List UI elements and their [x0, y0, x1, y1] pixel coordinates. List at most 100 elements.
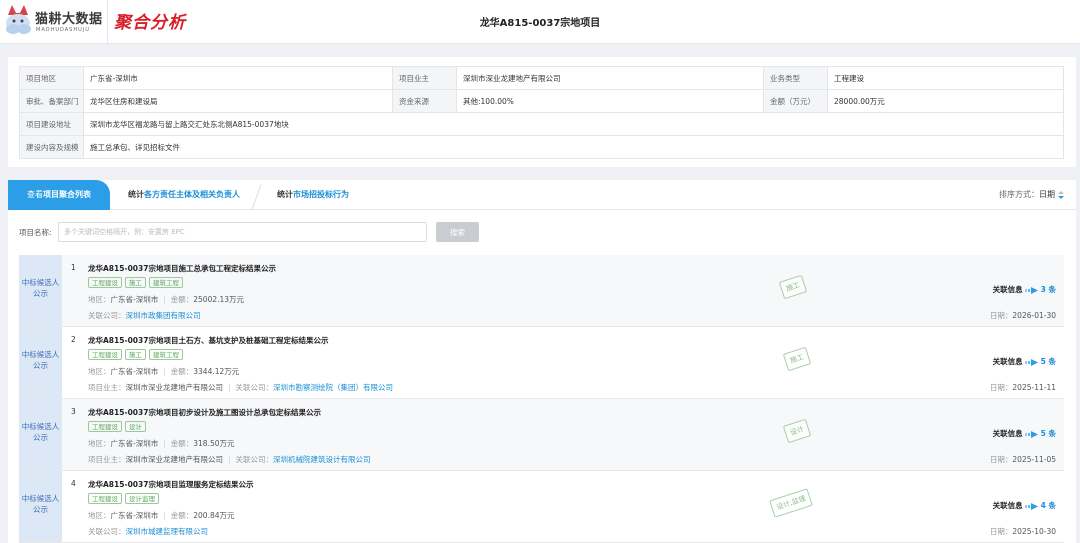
tag-group: 工程建设 施工 建筑工程 — [88, 277, 186, 288]
info-row: 项目地区 广东省-深圳市 项目业主 深圳市深业龙建地产有限公司 业务类型 工程建… — [19, 66, 1064, 90]
item-title[interactable]: 龙华A815-0037宗地项目施工总承包工程定标结果公示 — [88, 263, 276, 274]
info-value: 深圳市深业龙建地产有限公司 — [456, 66, 764, 90]
sort-label: 排序方式： — [999, 190, 1039, 199]
date-label: 日期： — [989, 455, 1013, 464]
category-stamp: 设计,监理 — [769, 488, 814, 518]
related-info-label: 关联信息 — [992, 357, 1023, 366]
info-value: 其他:100.00% — [456, 89, 764, 113]
item-date: 日期：2025-11-05 — [990, 454, 1056, 465]
item-parties: 关联公司：深圳市政集团有限公司 — [88, 310, 201, 321]
amount-label: 金额： — [170, 295, 194, 304]
item-region-amount: 地区：广东省-深圳市 | 金额：3344.12万元 — [88, 366, 239, 377]
company-link[interactable]: 深圳市城建监理有限公司 — [126, 527, 209, 536]
item-title[interactable]: 龙华A815-0037宗地项目土石方、基坑支护及桩基础工程定标结果公示 — [88, 335, 328, 346]
tag: 工程建设 — [88, 421, 122, 432]
category-stamp: 施工 — [778, 274, 808, 300]
date-label: 日期： — [989, 527, 1013, 536]
owner-value: 深圳市深业龙建地产有限公司 — [125, 455, 224, 464]
info-value: 广东省-深圳市 — [83, 66, 393, 90]
arrow-right-icon — [1024, 286, 1038, 294]
separator: | — [163, 511, 166, 520]
info-value: 深圳市龙华区福龙路与留上路交汇处东北侧A815-0037地块 — [83, 112, 1064, 136]
date-value: 2025-11-11 — [1012, 383, 1056, 392]
item-parties: 关联公司：深圳市城建监理有限公司 — [88, 526, 208, 537]
related-count: 5 — [1040, 429, 1046, 438]
related-info-label: 关联信息 — [992, 429, 1023, 438]
amount-label: 金额： — [170, 439, 194, 448]
arrow-right-icon — [1024, 430, 1038, 438]
tag: 施工 — [125, 277, 146, 288]
date-label: 日期： — [989, 383, 1013, 392]
info-value: 施工总承包、详见招标文件 — [83, 135, 1064, 159]
tag: 工程建设 — [88, 277, 122, 288]
amount-value: 3344.12万元 — [193, 367, 240, 376]
item-number: 1 — [71, 263, 76, 272]
related-info-label: 关联信息 — [992, 501, 1023, 510]
related-info[interactable]: 关联信息 4 条 — [993, 500, 1056, 511]
separator: | — [163, 367, 166, 376]
list-item[interactable]: 中标候选人公示 4 龙华A815-0037宗地项目监理服务定标结果公示 工程建设… — [19, 471, 1064, 543]
arrow-right-icon — [1024, 358, 1038, 366]
tag: 建筑工程 — [149, 349, 183, 360]
search-input[interactable] — [58, 222, 427, 242]
amount-value: 318.50万元 — [193, 439, 235, 448]
related-info[interactable]: 关联信息 5 条 — [993, 428, 1056, 439]
separator: | — [163, 439, 166, 448]
region-value: 广东省-深圳市 — [110, 439, 159, 448]
list-item[interactable]: 中标候选人公示 1 龙华A815-0037宗地项目施工总承包工程定标结果公示 工… — [19, 255, 1064, 327]
item-title[interactable]: 龙华A815-0037宗地项目初步设计及施工图设计总承包定标结果公示 — [88, 407, 321, 418]
list-item[interactable]: 中标候选人公示 2 龙华A815-0037宗地项目土石方、基坑支护及桩基础工程定… — [19, 327, 1064, 399]
notice-type: 中标候选人公示 — [19, 327, 62, 398]
sort-control[interactable]: 排序方式：日期 — [999, 189, 1064, 200]
company-label: 关联公司： — [235, 455, 274, 464]
page-title: 龙华A815-0037宗地项目 — [479, 18, 601, 29]
count-suffix: 条 — [1048, 501, 1057, 510]
info-key: 业务类型 — [763, 66, 828, 90]
info-value: 工程建设 — [827, 66, 1064, 90]
notice-type: 中标候选人公示 — [19, 399, 62, 470]
tag: 建筑工程 — [149, 277, 183, 288]
related-info[interactable]: 关联信息 5 条 — [993, 356, 1056, 367]
item-number: 4 — [71, 479, 76, 488]
arrow-right-icon — [1024, 502, 1038, 510]
separator: | — [228, 455, 231, 464]
info-value: 28000.00万元 — [827, 89, 1064, 113]
info-row: 项目建设地址 深圳市龙华区福龙路与留上路交汇处东北侧A815-0037地块 — [19, 112, 1064, 136]
related-count: 3 — [1040, 285, 1046, 294]
separator: | — [163, 295, 166, 304]
region-value: 广东省-深圳市 — [110, 367, 159, 376]
info-key: 项目建设地址 — [19, 112, 84, 136]
date-value: 2025-10-30 — [1012, 527, 1056, 536]
tag: 施工 — [125, 349, 146, 360]
company-label: 关联公司： — [88, 311, 126, 320]
tag: 设计 — [125, 421, 146, 432]
company-label: 关联公司： — [235, 383, 274, 392]
info-row: 审批、备案部门 龙华区住房和建设局 资金来源 其他:100.00% 金额（万元）… — [19, 89, 1064, 113]
tag-group: 工程建设 设计监理 — [88, 493, 162, 504]
company-link[interactable]: 深圳市政集团有限公司 — [126, 311, 201, 320]
tab-label: 市场招投标行为 — [293, 190, 349, 199]
search-button[interactable]: 搜索 — [436, 222, 479, 242]
tab-responsible-parties[interactable]: 统计各方责任主体及相关负责人 — [114, 180, 254, 210]
related-count: 5 — [1040, 357, 1046, 366]
item-date: 日期：2025-10-30 — [990, 526, 1056, 537]
amount-value: 25002.13万元 — [193, 295, 245, 304]
sort-value: 日期 — [1039, 190, 1055, 199]
tab-bidding-behavior[interactable]: 统计市场招投标行为 — [258, 180, 368, 210]
related-info-label: 关联信息 — [992, 285, 1023, 294]
separator: | — [228, 383, 231, 392]
company-link[interactable]: 深圳市勘察测绘院（集团）有限公司 — [273, 383, 393, 392]
item-title[interactable]: 龙华A815-0037宗地项目监理服务定标结果公示 — [88, 479, 253, 490]
info-key: 金额（万元） — [763, 89, 828, 113]
region-value: 广东省-深圳市 — [110, 295, 159, 304]
tag-group: 工程建设 设计 — [88, 421, 149, 432]
item-region-amount: 地区：广东省-深圳市 | 金额：200.84万元 — [88, 510, 235, 521]
amount-label: 金额： — [170, 511, 194, 520]
related-info[interactable]: 关联信息 3 条 — [993, 284, 1056, 295]
tab-project-list[interactable]: 查看项目聚合列表 — [8, 180, 110, 210]
project-list-card: 查看项目聚合列表 统计各方责任主体及相关负责人 统计市场招投标行为 排序方式：日… — [8, 180, 1076, 543]
tab-prefix: 统计 — [277, 190, 293, 199]
list-item[interactable]: 中标候选人公示 3 龙华A815-0037宗地项目初步设计及施工图设计总承包定标… — [19, 399, 1064, 471]
tag: 工程建设 — [88, 493, 122, 504]
company-link[interactable]: 深圳机械院建筑设计有限公司 — [273, 455, 371, 464]
